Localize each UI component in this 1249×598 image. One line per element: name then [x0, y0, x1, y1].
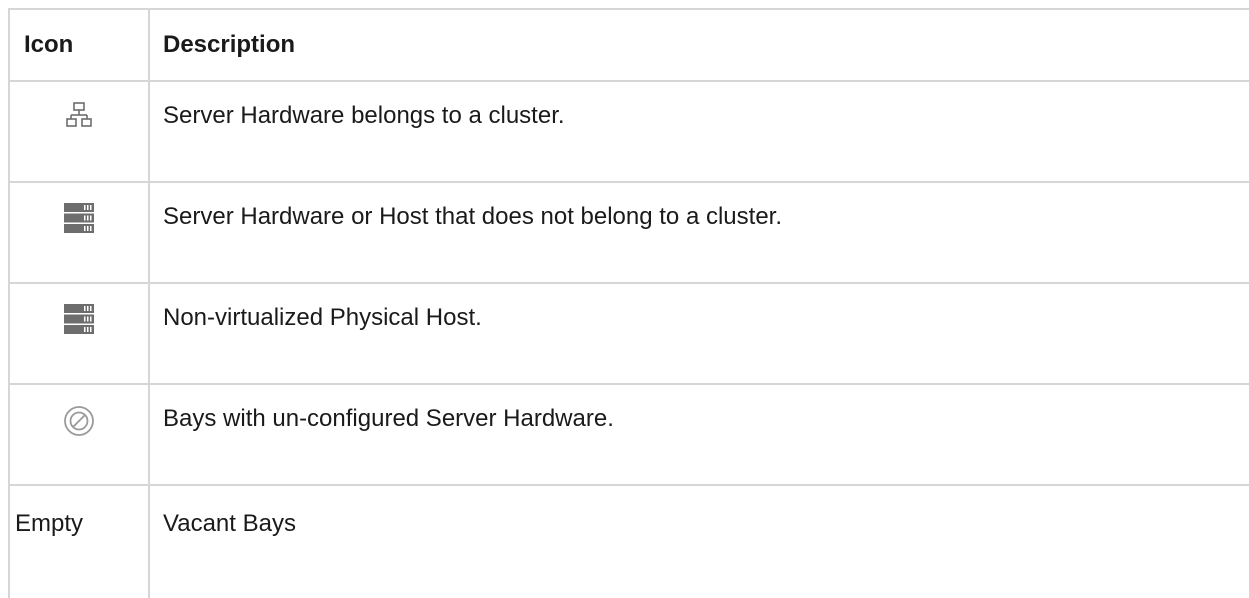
server-rack-icon	[64, 203, 94, 238]
server-rack-icon	[64, 304, 94, 339]
icon-text-cell: Empty	[8, 484, 150, 598]
description-cell: Vacant Bays	[148, 484, 1249, 598]
icon-cell	[8, 181, 150, 284]
table-row: Non-virtualized Physical Host.	[8, 282, 1249, 385]
table-row: Bays with un-configured Server Hardware.	[8, 383, 1249, 486]
table-row: Empty Vacant Bays	[8, 484, 1249, 598]
icon-cell	[8, 282, 150, 385]
description-cell: Non-virtualized Physical Host.	[148, 282, 1249, 385]
description-cell: Server Hardware belongs to a cluster.	[148, 80, 1249, 183]
description-column-header: Description	[148, 8, 1249, 82]
description-cell: Server Hardware or Host that does not be…	[148, 181, 1249, 284]
icon-cell	[8, 80, 150, 183]
icon-legend-table: Icon Description Server Hardware belongs…	[8, 8, 1249, 598]
icon-cell	[8, 383, 150, 486]
description-cell: Bays with un-configured Server Hardware.	[148, 383, 1249, 486]
cluster-network-icon	[66, 102, 92, 133]
table-row: Server Hardware belongs to a cluster.	[8, 80, 1249, 183]
icon-column-header: Icon	[8, 8, 150, 82]
table-row: Server Hardware or Host that does not be…	[8, 181, 1249, 284]
table-header-row: Icon Description	[8, 8, 1249, 82]
unconfigured-prohibited-icon	[63, 405, 95, 442]
